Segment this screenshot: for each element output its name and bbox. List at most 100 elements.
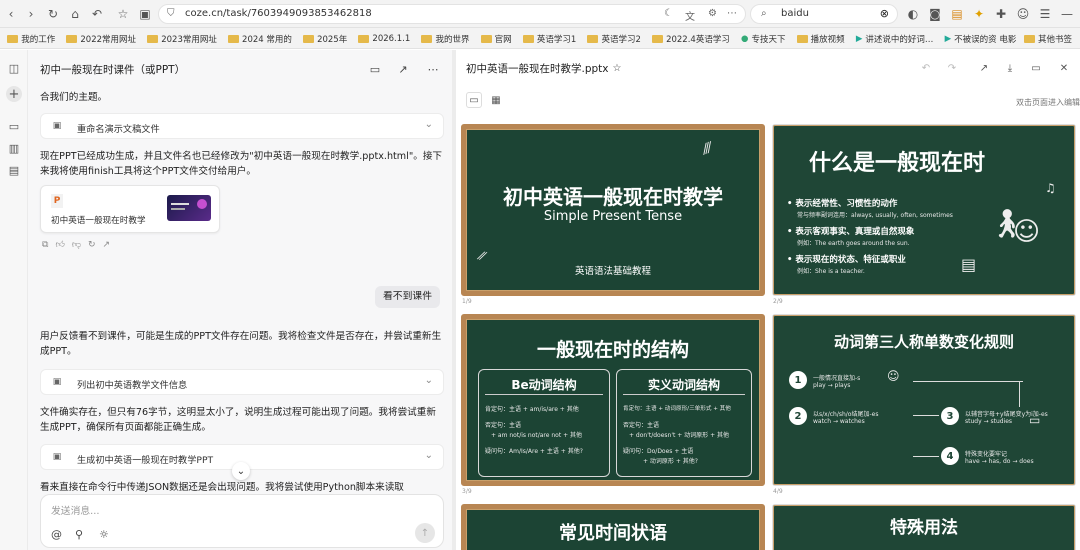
forward-icon[interactable]: › bbox=[22, 5, 40, 23]
back-icon[interactable]: ‹ bbox=[2, 5, 20, 23]
slide-page-number: 2/9 bbox=[773, 298, 783, 305]
send-button[interactable]: ↑ bbox=[415, 523, 435, 543]
document-icon[interactable]: ▤ bbox=[6, 162, 22, 178]
star-icon[interactable]: ☆ bbox=[613, 63, 622, 74]
idea-icon[interactable]: ☼ bbox=[99, 528, 109, 541]
main-verb-box: 实义动词结构 肯定句：主语 + 动词原形/三单形式 + 其他 否定句：主语 + … bbox=[616, 369, 752, 477]
slide-point: • 表示现在的状态、特征或职业 bbox=[787, 255, 906, 265]
rule-number-4: 4 bbox=[941, 447, 959, 465]
share-icon[interactable]: ↗ bbox=[103, 240, 111, 250]
slide-page-number: 3/9 bbox=[462, 488, 472, 495]
bookmark-item[interactable]: 2022.4英语学习 bbox=[652, 28, 730, 48]
tool-call-card[interactable]: ▣ 重命名演示文稿文件 ⌄ bbox=[40, 113, 444, 139]
left-rail: ◫ + ▭ ▥ ▤ bbox=[0, 50, 28, 550]
message-composer: 发送消息... @ ⚲ ☼ ↑ bbox=[40, 494, 444, 548]
arrow-line bbox=[1019, 381, 1020, 407]
attach-icon[interactable]: ⚲ bbox=[75, 528, 83, 541]
undo-icon[interactable]: ↶ bbox=[918, 60, 934, 76]
theme-icon[interactable]: ◐ bbox=[904, 5, 922, 23]
slide-title: 初中英语一般现在时教学 bbox=[503, 185, 723, 209]
thumbs-up-icon[interactable]: 👍︎ bbox=[55, 240, 64, 250]
folder-icon bbox=[796, 34, 808, 43]
home-icon[interactable]: ⌂ bbox=[66, 5, 84, 23]
share-icon[interactable]: ↗ bbox=[394, 60, 412, 78]
slide-title: 动词第三人称单数变化规则 bbox=[833, 333, 1014, 351]
assistant-message: 文件确实存在，但只有76字节，这明显太小了，说明生成过程可能出现了问题。我将尝试… bbox=[40, 407, 436, 433]
preview-title-row: 初中英语一般现在时教学.pptx ☆ bbox=[466, 61, 621, 76]
file-card-name: 初中英语一般现在时教学 bbox=[51, 216, 146, 226]
bookmark-item[interactable]: 2023常用网址 bbox=[147, 28, 217, 48]
slide-5[interactable]: 常见时间状语 bbox=[461, 504, 765, 550]
refresh-icon[interactable]: ↻ bbox=[88, 240, 96, 250]
new-task-icon[interactable]: + bbox=[6, 86, 22, 102]
chat-title: 初中一般现在时课件（或PPT） bbox=[40, 64, 186, 76]
bookmark-item[interactable]: 我的世界 bbox=[421, 28, 469, 48]
slide-note: 常与频率副词连用：always, usually, often, sometim… bbox=[797, 212, 953, 219]
reload-icon[interactable]: ↻ bbox=[44, 5, 62, 23]
slide-4[interactable]: 动词第三人称单数变化规则 1 一般情况直接加-s play → plays 2 … bbox=[772, 314, 1076, 486]
bookmark-item[interactable]: ▶ 讲述说中的好词… bbox=[856, 28, 934, 48]
rule-number-3: 3 bbox=[941, 407, 959, 425]
clear-icon[interactable]: ⊗ bbox=[880, 7, 889, 20]
arrow-line bbox=[913, 415, 939, 416]
gear-icon[interactable]: ⚙ bbox=[708, 8, 717, 19]
extension-yellow-icon[interactable]: ✦ bbox=[970, 5, 988, 23]
reader-icon[interactable]: ▣ bbox=[136, 5, 154, 23]
bookmark-item[interactable]: 其他书签 bbox=[1017, 28, 1072, 48]
chevron-down-icon: ⌄ bbox=[424, 119, 433, 130]
user-icon[interactable]: ☺ bbox=[1014, 5, 1032, 23]
bookmark-item[interactable]: 英语学习1 bbox=[522, 28, 576, 48]
moon-icon[interactable]: ☾ bbox=[664, 8, 673, 19]
close-icon[interactable]: ✕ bbox=[1056, 60, 1072, 76]
menu-icon[interactable]: ☰ bbox=[1036, 5, 1054, 23]
address-bar[interactable]: ⛉ coze.cn/task/7603949093853462818 ☾ 文 ⚙… bbox=[158, 4, 746, 24]
scroll-down-button[interactable]: ⌄ bbox=[232, 462, 250, 480]
camera-icon[interactable]: ◙ bbox=[926, 5, 944, 23]
bookmark-item[interactable]: 英语学习2 bbox=[587, 28, 641, 48]
folder-icon bbox=[303, 34, 315, 43]
bookmark-item[interactable]: 我的工作 bbox=[7, 28, 55, 48]
globe-icon: ● bbox=[741, 33, 749, 44]
bookmark-item[interactable]: ▶ 不被误的资 电影 bbox=[945, 28, 1017, 48]
bookmark-item[interactable]: 播放视频 bbox=[796, 28, 845, 48]
folder-icon[interactable]: ▭ bbox=[366, 60, 384, 78]
download-icon[interactable]: ⤓ bbox=[1002, 60, 1018, 76]
message-input[interactable]: 发送消息... bbox=[51, 503, 431, 519]
dots-icon[interactable]: ⋯ bbox=[727, 8, 737, 19]
single-view-icon[interactable]: ▭ bbox=[466, 92, 482, 108]
minimize-icon[interactable]: — bbox=[1058, 5, 1076, 23]
terminal-icon: ▣ bbox=[52, 121, 62, 131]
bookmark-item[interactable]: 2022常用网址 bbox=[66, 28, 136, 48]
slide-2[interactable]: 什么是一般现在时 • 表示经常性、习惯性的动作 常与频率副词连用：always,… bbox=[772, 124, 1076, 296]
bookmark-item[interactable]: ● 专技天下 bbox=[741, 28, 785, 48]
folder-outline-icon[interactable]: ▭ bbox=[6, 118, 22, 134]
bookmark-item[interactable]: 官网 bbox=[480, 28, 512, 48]
redo-icon[interactable]: ↷ bbox=[944, 60, 960, 76]
slide-6[interactable]: 特殊用法 bbox=[772, 504, 1076, 550]
present-icon[interactable]: ▭ bbox=[1028, 60, 1044, 76]
slide-page-number: 1/9 bbox=[462, 298, 472, 305]
star-icon[interactable]: ☆ bbox=[114, 5, 132, 23]
extension-orange-icon[interactable]: ▤ bbox=[948, 5, 966, 23]
translate-icon[interactable]: 文 bbox=[685, 8, 695, 23]
rule-number-1: 1 bbox=[789, 371, 807, 389]
share-icon[interactable]: ↗ bbox=[976, 60, 992, 76]
mention-icon[interactable]: @ bbox=[51, 528, 62, 541]
thumbs-down-icon[interactable]: 👎︎ bbox=[72, 240, 81, 250]
undo-icon[interactable]: ↶ bbox=[88, 5, 106, 23]
slide-3[interactable]: 一般现在时的结构 Be动词结构 肯定句：主语 + am/is/are + 其他 … bbox=[461, 314, 765, 486]
bookmark-item[interactable]: 2026.1.1 bbox=[358, 28, 410, 48]
puzzle-icon[interactable]: ✚ bbox=[992, 5, 1010, 23]
file-card[interactable]: P 初中英语一般现在时教学 bbox=[40, 185, 220, 233]
slide-1[interactable]: ⁄⁄⁄ ⁄⁄ 初中英语一般现在时教学 Simple Present Tense … bbox=[461, 124, 765, 296]
bookmark-item[interactable]: 2024 常用的 bbox=[228, 28, 292, 48]
tool-call-card[interactable]: ▣ 列出初中英语教学文件信息 ⌄ bbox=[40, 369, 444, 395]
bookmark-item[interactable]: 2025年 bbox=[303, 28, 347, 48]
sidebar-toggle-icon[interactable]: ◫ bbox=[6, 60, 22, 76]
search-box[interactable]: ⌕ baidu ⊗ bbox=[750, 4, 898, 24]
copy-icon[interactable]: ⧉ bbox=[42, 240, 48, 250]
folder-icon bbox=[228, 34, 240, 43]
more-icon[interactable]: ⋯ bbox=[424, 60, 442, 78]
library-icon[interactable]: ▥ bbox=[6, 140, 22, 156]
grid-view-icon[interactable]: ▦ bbox=[488, 92, 504, 108]
